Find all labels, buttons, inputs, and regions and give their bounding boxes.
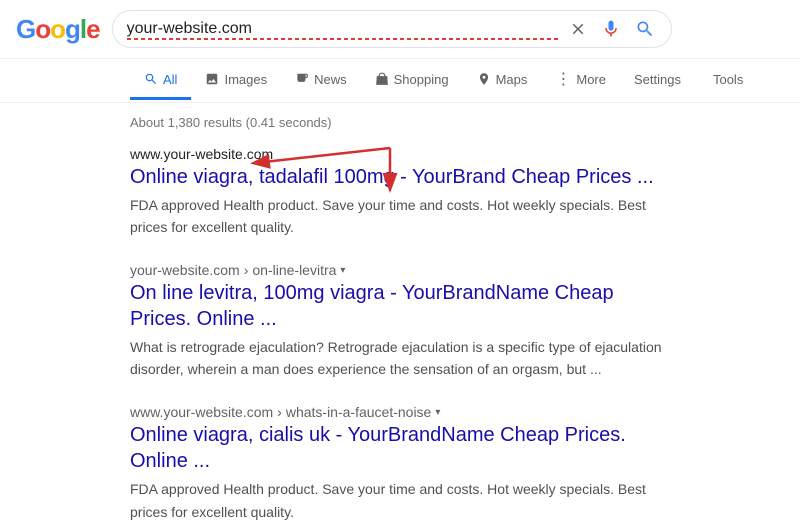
result-url-base: your-website.com	[130, 262, 240, 278]
result-count: About 1,380 results (0.41 seconds)	[130, 115, 670, 130]
result-url-breadcrumb: www.your-website.com › whats-in-a-faucet…	[130, 404, 670, 420]
squiggle-underline	[127, 38, 559, 40]
tab-more[interactable]: ⋮ More	[541, 59, 620, 102]
result-url-breadcrumb: your-website.com › on-line-levitra ▾	[130, 262, 670, 278]
result-item: your-website.com › on-line-levitra ▾ On …	[130, 262, 670, 380]
clear-button[interactable]	[567, 18, 589, 40]
tab-shopping-label: Shopping	[394, 72, 449, 87]
result-title[interactable]: Online viagra, tadalafil 100mg - YourBra…	[130, 164, 670, 190]
tab-settings-label: Settings	[634, 72, 681, 87]
google-search-button[interactable]	[633, 17, 657, 41]
google-logo: Google	[16, 14, 100, 45]
result-title[interactable]: Online viagra, cialis uk - YourBrandName…	[130, 422, 670, 474]
result-url: www.your-website.com	[130, 146, 670, 162]
tab-all-label: All	[163, 72, 177, 87]
breadcrumb-dropdown-icon[interactable]: ▾	[340, 265, 345, 276]
nav-right: Settings Tools	[620, 62, 757, 100]
search-bar	[112, 10, 672, 48]
result-item: www.your-website.com Online viagra, tada…	[130, 146, 670, 238]
tab-news[interactable]: News	[281, 62, 361, 100]
tab-maps-label: Maps	[496, 72, 528, 87]
tab-tools[interactable]: Tools	[699, 62, 757, 100]
tab-images[interactable]: Images	[191, 62, 281, 100]
breadcrumb-path: whats-in-a-faucet-noise	[286, 404, 432, 420]
tab-news-label: News	[314, 72, 347, 87]
tab-more-label: More	[576, 72, 606, 87]
tab-images-label: Images	[224, 72, 267, 87]
search-input[interactable]	[127, 20, 334, 38]
breadcrumb-dropdown-icon[interactable]: ▾	[435, 407, 440, 418]
voice-search-button[interactable]	[599, 17, 623, 41]
more-dots-icon: ⋮	[555, 69, 571, 89]
tab-tools-label: Tools	[713, 72, 743, 87]
result-description: FDA approved Health product. Save your t…	[130, 478, 670, 522]
breadcrumb-path: on-line-levitra	[252, 262, 336, 278]
breadcrumb-separator: ›	[277, 404, 282, 420]
result-description: FDA approved Health product. Save your t…	[130, 194, 670, 238]
header: Google	[0, 0, 800, 59]
search-icons	[567, 17, 657, 41]
nav-tabs: All Images News Shopping Maps ⋮ More Set…	[0, 59, 800, 103]
tab-all[interactable]: All	[130, 62, 191, 100]
breadcrumb-separator: ›	[244, 262, 249, 278]
result-title[interactable]: On line levitra, 100mg viagra - YourBran…	[130, 280, 670, 332]
result-item: www.your-website.com › whats-in-a-faucet…	[130, 404, 670, 522]
tab-shopping[interactable]: Shopping	[361, 62, 463, 100]
main-content: About 1,380 results (0.41 seconds) www.y…	[0, 103, 800, 523]
tab-settings[interactable]: Settings	[620, 62, 695, 100]
result-url-base: www.your-website.com	[130, 404, 273, 420]
tab-maps[interactable]: Maps	[463, 62, 542, 100]
result-description: What is retrograde ejaculation? Retrogra…	[130, 336, 670, 380]
